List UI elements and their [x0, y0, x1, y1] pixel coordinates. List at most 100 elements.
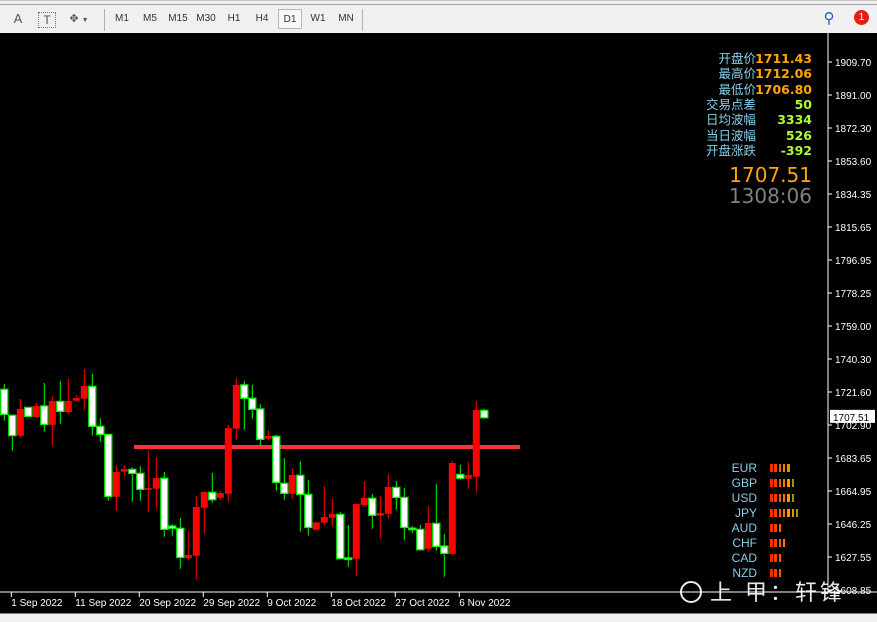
strength-bar	[770, 554, 773, 562]
date-tick-label: 9 Oct 2022	[267, 598, 316, 609]
timeframe-w1-button[interactable]: W1	[306, 9, 330, 29]
info-label: 交易点差	[705, 96, 756, 112]
price-tick-label: 1664.95	[835, 487, 872, 498]
notifications-button[interactable]: 1	[848, 9, 872, 29]
timeframe-h4-button[interactable]: H4	[250, 9, 274, 29]
toolbar-divider	[0, 4, 877, 5]
bullish-candle	[440, 545, 449, 555]
price-tick-label: 1683.65	[835, 454, 872, 465]
timeframe-mn-button[interactable]: MN	[334, 9, 358, 29]
bullish-candle	[336, 513, 345, 560]
bullish-candle	[368, 497, 377, 516]
price-tick-label: 1853.60	[835, 157, 872, 168]
bearish-candle	[32, 405, 40, 418]
bearish-candle	[448, 463, 456, 554]
bullish-candle	[56, 400, 65, 413]
strength-bar	[770, 494, 773, 502]
price-tick-label: 1759.00	[835, 322, 872, 333]
notification-badge: 1	[854, 10, 869, 25]
currency-label: USD	[731, 491, 757, 505]
timeframe-h1-button[interactable]: H1	[222, 9, 246, 29]
search-icon[interactable]: ⚲	[820, 9, 838, 29]
bearish-candle	[152, 478, 160, 489]
info-value: 1706.80	[755, 81, 812, 97]
bullish-candle	[256, 408, 265, 440]
timeframe-d1-button[interactable]: D1	[278, 9, 302, 29]
strength-bar	[782, 539, 786, 547]
bearish-candle	[320, 517, 328, 523]
bearish-candle	[232, 384, 240, 429]
bullish-candle	[432, 522, 441, 548]
bearish-candle	[200, 491, 208, 508]
strength-bar	[774, 539, 777, 547]
info-label: 最低价	[718, 81, 756, 97]
arrows-icon: ✥	[69, 13, 79, 25]
strength-bar	[770, 539, 773, 547]
timeframe-m15-button[interactable]: M15	[166, 9, 190, 29]
info-label: 日均波幅	[705, 112, 756, 128]
bearish-candle	[352, 504, 360, 559]
strength-bar	[787, 479, 790, 487]
watermark: 上 甲：轩锋	[680, 575, 845, 607]
strength-bar	[778, 464, 782, 472]
price-tick-label: 1834.35	[835, 190, 872, 201]
strength-bar	[774, 479, 777, 487]
text-label-tool-button[interactable]: T	[38, 12, 56, 28]
bullish-candle	[272, 435, 281, 483]
info-value: 526	[785, 127, 812, 143]
strength-bar	[778, 509, 782, 517]
toolbar: A T ✥ ▼ M1 M5 M15 M30 H1 H4 D1 W1 MN ⚲ 1	[0, 0, 877, 32]
watermark-text: 上 甲：轩锋	[710, 581, 845, 606]
bullish-candle	[24, 406, 33, 417]
bearish-candle	[112, 471, 120, 497]
bar-countdown-timer: 1308:06	[728, 184, 812, 208]
currency-label: EUR	[731, 461, 757, 475]
info-value: -392	[780, 142, 812, 158]
bullish-candle	[160, 477, 169, 531]
bullish-candle	[400, 496, 409, 529]
strength-bar	[791, 479, 794, 487]
bearish-candle	[424, 523, 432, 549]
timeframe-m5-button[interactable]: M5	[138, 9, 162, 29]
price-tick-label: 1872.30	[835, 124, 872, 135]
strength-bar	[778, 494, 782, 502]
bullish-candle	[416, 528, 425, 551]
bearish-candle	[192, 507, 200, 556]
date-tick-label: 18 Oct 2022	[331, 598, 386, 609]
bearish-candle	[184, 554, 192, 559]
price-tick-label: 1721.60	[835, 388, 872, 399]
strength-bar	[787, 464, 790, 472]
date-tick-label: 29 Sep 2022	[203, 598, 260, 609]
objects-tool-button[interactable]: ✥ ▼	[64, 9, 94, 29]
bearish-candle	[376, 513, 384, 516]
bullish-candle	[40, 405, 49, 426]
strength-bar	[791, 509, 794, 517]
strength-bar	[774, 509, 777, 517]
timeframe-m1-button[interactable]: M1	[110, 9, 134, 29]
bullish-candle	[8, 414, 17, 437]
date-tick-label: 27 Oct 2022	[395, 598, 450, 609]
bullish-candle	[208, 491, 217, 501]
strength-bar	[770, 464, 773, 472]
strength-bar	[774, 494, 777, 502]
price-tick-label: 1627.55	[835, 553, 872, 564]
currency-label: GBP	[731, 476, 757, 490]
strength-bar	[782, 464, 786, 472]
bullish-candle	[280, 482, 289, 495]
bearish-candle	[328, 514, 336, 518]
date-tick-label: 11 Sep 2022	[75, 598, 131, 609]
info-label: 开盘价	[718, 51, 756, 66]
bearish-candle	[72, 398, 80, 401]
date-tick-label: 20 Sep 2022	[139, 598, 196, 609]
price-tick-label: 1740.30	[835, 355, 872, 366]
price-tick-label: 1909.70	[835, 58, 872, 69]
price-chart[interactable]: 1909.70 1891.00 1872.30 1853.60 1834.35 1815.…	[0, 33, 877, 613]
strength-bar	[791, 494, 794, 502]
price-tick-label: 1891.00	[835, 91, 872, 102]
strength-bar	[787, 509, 790, 517]
strength-bar	[770, 509, 773, 517]
text-tool-button[interactable]: A	[10, 9, 26, 29]
currency-label: AUD	[731, 521, 757, 535]
toolbar-separator	[104, 9, 105, 31]
timeframe-m30-button[interactable]: M30	[194, 9, 218, 29]
